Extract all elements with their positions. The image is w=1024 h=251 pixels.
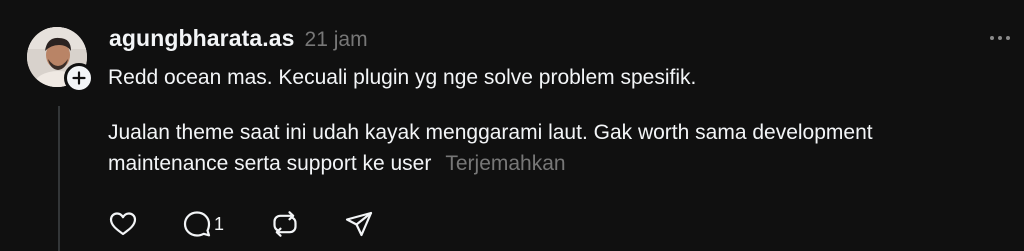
post-text-paragraph: Redd ocean mas. Kecuali plugin yg nge so… bbox=[108, 66, 697, 89]
thread-line bbox=[58, 106, 60, 251]
more-horizontal-icon-dot bbox=[1006, 36, 1010, 40]
avatar-container bbox=[27, 27, 94, 93]
comment-icon bbox=[183, 211, 211, 237]
post-header: agungbharata.as 21 jam bbox=[109, 25, 368, 57]
more-horizontal-icon-dot bbox=[990, 36, 994, 40]
follow-button[interactable] bbox=[64, 63, 94, 93]
repost-button[interactable] bbox=[270, 206, 344, 242]
translate-link[interactable]: Terjemahkan bbox=[445, 152, 565, 175]
more-horizontal-icon-dot bbox=[998, 36, 1002, 40]
share-button[interactable] bbox=[344, 206, 384, 242]
username[interactable]: agungbharata.as bbox=[109, 25, 295, 52]
repost-icon bbox=[273, 211, 297, 237]
thread-post: agungbharata.as 21 jam Redd ocean mas. K… bbox=[0, 0, 1024, 251]
send-icon bbox=[345, 211, 373, 237]
post-actions: 1 bbox=[108, 206, 384, 242]
timestamp[interactable]: 21 jam bbox=[305, 28, 368, 52]
like-button[interactable] bbox=[108, 206, 182, 242]
reply-button[interactable]: 1 bbox=[182, 206, 270, 242]
heart-icon bbox=[109, 212, 137, 236]
reply-count: 1 bbox=[214, 213, 225, 234]
post-text-paragraph: Jualan theme saat ini udah kayak menggar… bbox=[108, 117, 958, 179]
plus-icon bbox=[72, 71, 86, 85]
more-options-button[interactable] bbox=[984, 28, 1016, 48]
